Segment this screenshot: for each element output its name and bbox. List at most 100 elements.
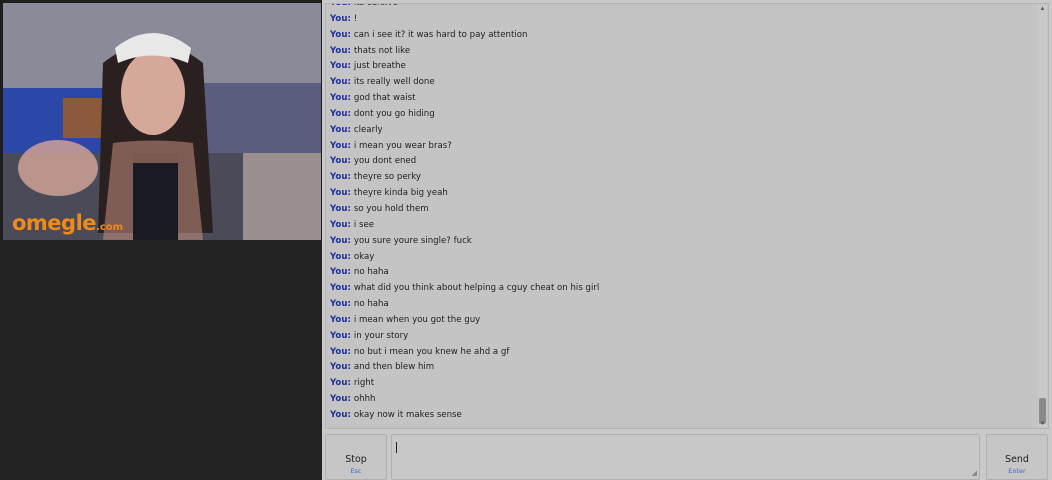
- message-text: and then blew him: [353, 362, 435, 373]
- message-speaker: You:: [330, 203, 351, 214]
- chat-message: You: theyre so perky: [330, 169, 1036, 185]
- chat-message: You:!: [330, 11, 1036, 27]
- message-text: no but i mean you knew he ahd a gf: [353, 346, 510, 357]
- message-speaker: You:: [330, 108, 351, 119]
- message-text: theyre kinda big yeah: [353, 188, 448, 199]
- chat-message: You: can i see it? it was hard to pay att…: [330, 27, 1036, 43]
- message-speaker: You:: [330, 172, 351, 183]
- message-speaker: You:: [330, 362, 351, 373]
- chat-message: You: so you hold them: [330, 201, 1036, 217]
- message-speaker: You:: [330, 3, 351, 8]
- message-speaker: You:: [330, 378, 351, 389]
- chat-message: You: in your story: [330, 328, 1036, 344]
- stranger-video-frame: [3, 3, 321, 240]
- message-text: its really well done: [353, 77, 435, 88]
- message-text: i mean when you got the guy: [353, 314, 481, 325]
- message-speaker: You:: [330, 394, 351, 405]
- chat-message: You: okay now it makes sense: [330, 407, 1036, 423]
- chat-message: You: i mean when you got the guy: [330, 312, 1036, 328]
- message-text: okay now it makes sense: [353, 409, 462, 420]
- chat-message: You: its really well done: [330, 74, 1036, 90]
- chat-message: You: i mean you wear bras?: [330, 138, 1036, 154]
- message-speaker: You:: [330, 219, 351, 230]
- message-text: no haha: [353, 299, 389, 310]
- chat-message: You: just breathe: [330, 58, 1036, 74]
- message-text: god that waist: [353, 93, 416, 104]
- message-text: so you hold them: [353, 203, 429, 214]
- resize-grip-icon[interactable]: ◢: [972, 470, 977, 477]
- message-text: dont you go hiding: [353, 108, 435, 119]
- chat-message: You: and then blew him: [330, 359, 1036, 375]
- chat-message: You: no but i mean you knew he ahd a gf: [330, 344, 1036, 360]
- message-speaker: You:: [330, 45, 351, 56]
- message-text: can i see it? it was hard to pay attenti…: [353, 29, 528, 40]
- chat-message: You: i see: [330, 217, 1036, 233]
- chat-message: You: you dont ened: [330, 153, 1036, 169]
- message-speaker: You:: [330, 314, 351, 325]
- message-text: right: [353, 378, 375, 389]
- message-text: just breathe: [353, 61, 406, 72]
- message-speaker: You:: [330, 93, 351, 104]
- message-speaker: You:: [330, 61, 351, 72]
- message-text: !: [353, 13, 358, 24]
- chat-message: You: no haha: [330, 296, 1036, 312]
- chat-message: You: thats not like: [330, 43, 1036, 59]
- message-text: you sure youre single? fuck: [353, 235, 472, 246]
- message-speaker: You:: [330, 156, 351, 167]
- message-speaker: You:: [330, 29, 351, 40]
- send-button-label: Send: [1005, 454, 1029, 465]
- chat-panel: You: its cursive You:! You: can i see it? it…: [322, 0, 1052, 480]
- message-text: thats not like: [353, 45, 411, 56]
- own-video: [0, 240, 322, 480]
- scroll-down-icon[interactable]: ▼: [1039, 421, 1046, 428]
- message-text: okay: [353, 251, 375, 262]
- chat-message-input[interactable]: ◢: [391, 434, 980, 480]
- send-shortcut-hint: Enter: [1008, 467, 1026, 475]
- message-text: no haha: [353, 267, 389, 278]
- message-text: theyre so perky: [353, 172, 421, 183]
- chat-message: You: no haha: [330, 264, 1036, 280]
- message-speaker: You:: [330, 188, 351, 199]
- message-speaker: You:: [330, 283, 351, 294]
- omegle-logo: omegle.com: [12, 211, 124, 235]
- message-speaker: You:: [330, 140, 351, 151]
- stop-button[interactable]: Stop Esc: [325, 434, 387, 480]
- message-text: in your story: [353, 330, 409, 341]
- chat-message: You: clearly: [330, 122, 1036, 138]
- chat-message: You: god that waist: [330, 90, 1036, 106]
- text-caret: [396, 442, 397, 453]
- message-speaker: You:: [330, 409, 351, 420]
- message-speaker: You:: [330, 299, 351, 310]
- message-speaker: You:: [330, 267, 351, 278]
- chat-message: You: right: [330, 375, 1036, 391]
- send-button[interactable]: Send Enter: [986, 434, 1048, 480]
- chat-message: You: its cursive: [330, 3, 1036, 11]
- stop-shortcut-hint: Esc: [350, 467, 362, 475]
- message-speaker: You:: [330, 346, 351, 357]
- message-text: its cursive: [353, 3, 398, 8]
- message-text: what did you think about helping a cguy …: [353, 283, 600, 294]
- chat-message: You: dont you go hiding: [330, 106, 1036, 122]
- message-speaker: You:: [330, 124, 351, 135]
- chat-controls: Stop Esc ◢ Send Enter: [322, 431, 1052, 480]
- chat-message: You: okay: [330, 249, 1036, 265]
- message-speaker: You:: [330, 251, 351, 262]
- scroll-up-icon[interactable]: ▲: [1039, 6, 1046, 13]
- chat-message: You: you sure youre single? fuck: [330, 233, 1036, 249]
- chat-message: You: ohhh: [330, 391, 1036, 407]
- chat-message: You: theyre kinda big yeah: [330, 185, 1036, 201]
- chat-messages: You: its cursive You:! You: can i see it? it…: [326, 3, 1036, 423]
- chat-message: You: what did you think about helping a c…: [330, 280, 1036, 296]
- message-speaker: You:: [330, 330, 351, 341]
- message-text: ohhh: [353, 394, 376, 405]
- message-speaker: You:: [330, 235, 351, 246]
- chat-scrollbar[interactable]: ▲ ▼: [1038, 5, 1047, 428]
- stop-button-label: Stop: [345, 454, 367, 465]
- message-text: i mean you wear bras?: [353, 140, 452, 151]
- message-speaker: You:: [330, 77, 351, 88]
- message-speaker: You:: [330, 13, 351, 24]
- chat-log[interactable]: You: its cursive You:! You: can i see it? it…: [325, 3, 1049, 429]
- message-text: clearly: [353, 124, 383, 135]
- message-text: you dont ened: [353, 156, 417, 167]
- message-text: i see: [353, 219, 375, 230]
